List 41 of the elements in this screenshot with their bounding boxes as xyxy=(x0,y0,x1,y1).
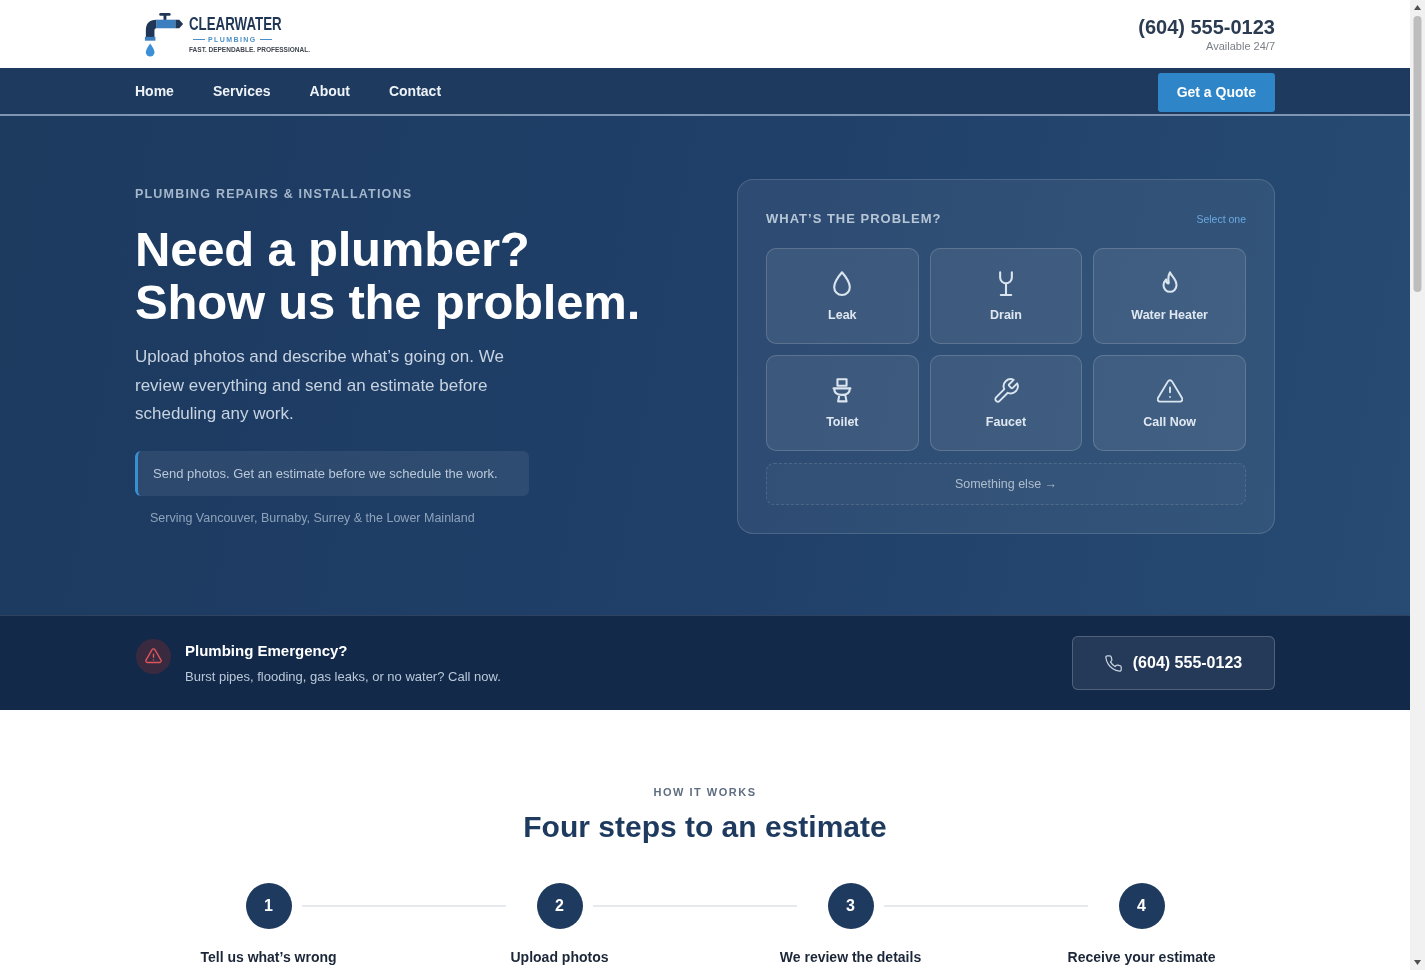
phone-number[interactable]: (604) 555-0123 xyxy=(1138,15,1275,39)
hero-heading: Need a plumber? Show us the problem. xyxy=(135,223,641,329)
step-label: We review the details xyxy=(779,949,922,966)
hero-intro: Upload photos and describe what’s going on. We review everything and send an estimate before scheduling any work. xyxy=(135,346,505,425)
emergency-text: Burst pipes, flooding, gas leaks, or no water? Call now. xyxy=(185,668,501,685)
problem-option[interactable]: Toilet xyxy=(766,355,919,451)
faucet-icon xyxy=(143,11,185,57)
phone-icon xyxy=(1104,654,1122,672)
step-number: 3 xyxy=(827,883,874,929)
service-area-text: Serving Vancouver, Burnaby, Surrey & the Lower Mainland xyxy=(150,509,475,526)
nav-link[interactable]: Services xyxy=(212,80,271,102)
problem-option[interactable]: Leak xyxy=(766,248,919,344)
step-number: 4 xyxy=(1118,883,1165,929)
problem-option[interactable]: Faucet xyxy=(929,355,1083,451)
card-title: WHAT’S THE PROBLEM? xyxy=(766,210,942,228)
problem-option[interactable]: Call Now xyxy=(1093,355,1246,451)
wrench-icon xyxy=(993,378,1019,404)
call-button[interactable]: (604) 555-0123 xyxy=(1072,636,1275,690)
card-hint: Select one xyxy=(1196,212,1246,226)
nav-link[interactable]: Home xyxy=(135,80,174,102)
warning-icon xyxy=(1156,378,1183,404)
problem-option[interactable]: Drain xyxy=(929,248,1083,344)
quote-button[interactable]: Get a Quote xyxy=(1157,72,1275,112)
step-label: Tell us what’s wrong xyxy=(200,949,337,966)
emergency-title: Plumbing Emergency? xyxy=(185,641,348,661)
availability-text: Available 24/7 xyxy=(1206,39,1275,53)
scrollbar[interactable] xyxy=(1410,0,1425,970)
warning-icon xyxy=(136,638,171,674)
nav-link[interactable]: About xyxy=(309,80,350,102)
section-heading: Four steps to an estimate xyxy=(523,810,887,844)
step-label: Receive your estimate xyxy=(1067,949,1216,966)
something-else-button[interactable]: Something else → xyxy=(766,463,1246,505)
logo-wordmark: CLEARWATER xyxy=(189,14,282,34)
step-number: 2 xyxy=(536,883,583,929)
hero-eyebrow: PLUMBING REPAIRS & INSTALLATIONS xyxy=(135,186,413,202)
nav-link[interactable]: Contact xyxy=(388,80,442,102)
section-eyebrow: HOW IT WORKS xyxy=(653,785,757,799)
callout-note: Send photos. Get an estimate before we schedule the work. xyxy=(135,450,529,496)
step-number: 1 xyxy=(245,883,292,929)
step-label: Upload photos xyxy=(510,949,609,966)
problem-option[interactable]: Water Heater xyxy=(1093,248,1246,344)
